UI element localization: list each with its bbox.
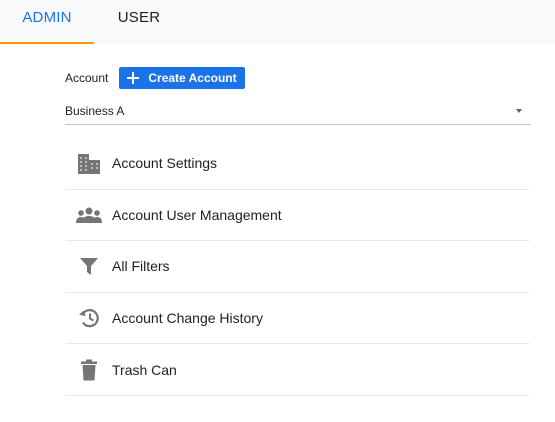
menu-item-label: Trash Can (112, 361, 177, 378)
account-label: Account (65, 71, 109, 85)
filter-icon (66, 256, 112, 276)
create-account-button[interactable]: Create Account (119, 67, 246, 89)
tab-bar: ADMIN USER (0, 0, 555, 44)
create-account-label: Create Account (148, 71, 237, 85)
menu-item-label: Account User Management (112, 206, 282, 223)
menu-item-label: All Filters (112, 258, 170, 275)
account-row: Account Create Account (65, 67, 246, 89)
plus-icon (127, 72, 140, 84)
menu-item-label: Account Change History (112, 310, 263, 327)
account-selector[interactable]: Business A (65, 100, 531, 125)
trash-icon (66, 359, 112, 381)
admin-menu: Account Settings Account User Management… (66, 138, 529, 396)
menu-item-trash-can[interactable]: Trash Can (66, 344, 529, 396)
dropdown-caret-icon (516, 109, 522, 113)
menu-item-account-change-history[interactable]: Account Change History (66, 293, 529, 345)
history-icon (66, 308, 112, 328)
building-icon (66, 152, 112, 175)
account-selector-value: Business A (65, 104, 125, 118)
menu-item-account-user-management[interactable]: Account User Management (66, 190, 529, 242)
tab-user[interactable]: USER (94, 0, 184, 44)
menu-item-label: Account Settings (112, 155, 218, 172)
menu-item-all-filters[interactable]: All Filters (66, 241, 529, 293)
tab-admin[interactable]: ADMIN (0, 0, 94, 44)
menu-item-account-settings[interactable]: Account Settings (66, 138, 529, 190)
people-icon (66, 206, 112, 224)
